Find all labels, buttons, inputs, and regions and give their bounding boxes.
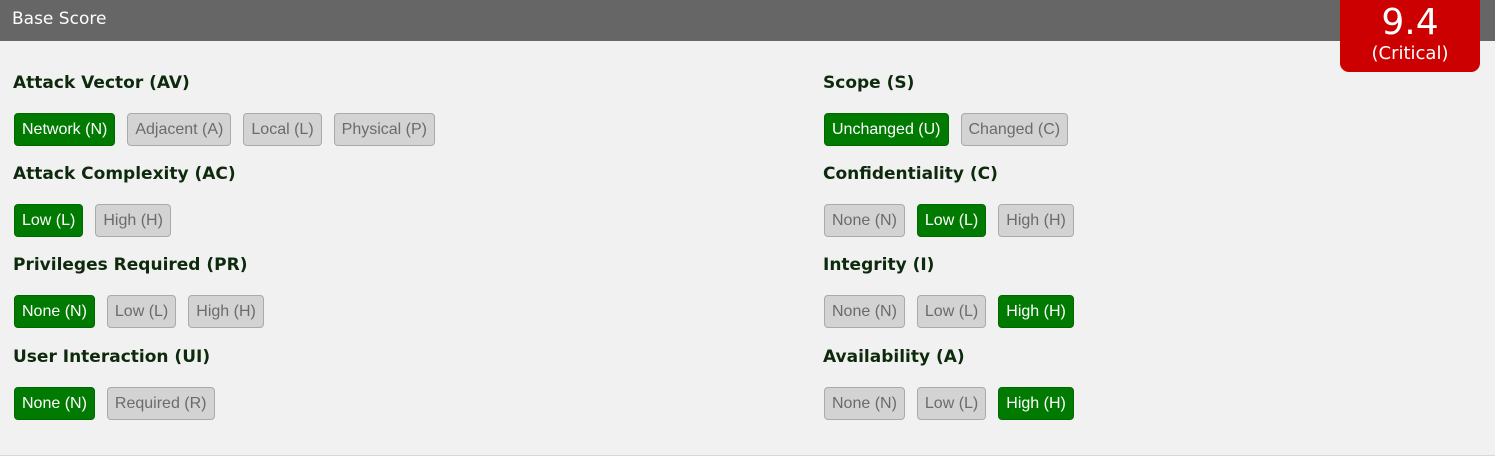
- option-button[interactable]: Local (L): [243, 113, 322, 146]
- metric-title: Attack Complexity (AC): [13, 164, 236, 184]
- option-button[interactable]: Low (L): [14, 204, 84, 237]
- option-button[interactable]: Required (R): [106, 387, 215, 420]
- option-button[interactable]: Low (L): [916, 204, 987, 237]
- option-button[interactable]: High (H): [998, 387, 1074, 420]
- option-group: None (N) Low (L) High (H): [824, 204, 1074, 237]
- score-value: 9.4: [1381, 2, 1439, 43]
- option-group: None (N) Required (R): [14, 387, 215, 420]
- option-button[interactable]: Unchanged (U): [824, 113, 949, 146]
- option-group: Unchanged (U) Changed (C): [824, 113, 1069, 146]
- option-button[interactable]: High (H): [95, 204, 171, 237]
- option-button[interactable]: None (N): [824, 387, 905, 420]
- option-button[interactable]: None (N): [14, 295, 95, 328]
- option-button[interactable]: High (H): [998, 295, 1074, 328]
- option-button[interactable]: High (H): [188, 295, 264, 328]
- metric-title: Attack Vector (AV): [13, 73, 190, 93]
- base-score-panel: Base Score 9.4 (Critical) Attack Vector …: [0, 0, 1495, 456]
- option-group: None (N) Low (L) High (H): [824, 295, 1074, 328]
- score-severity: (Critical): [1371, 43, 1449, 64]
- option-button[interactable]: Adjacent (A): [127, 113, 232, 146]
- metric-title: Integrity (I): [823, 255, 935, 275]
- metric-title: Privileges Required (PR): [13, 255, 248, 275]
- metric-title: User Interaction (UI): [13, 347, 211, 367]
- option-group: Network (N) Adjacent (A) Local (L) Physi…: [14, 113, 435, 146]
- option-group: Low (L) High (H): [14, 204, 171, 237]
- option-group: None (N) Low (L) High (H): [824, 387, 1074, 420]
- metric-title: Availability (A): [823, 347, 965, 367]
- option-button[interactable]: Low (L): [916, 387, 987, 420]
- option-group: None (N) Low (L) High (H): [14, 295, 264, 328]
- option-button[interactable]: High (H): [998, 204, 1074, 237]
- metric-title: Scope (S): [823, 73, 915, 93]
- option-button[interactable]: Low (L): [916, 295, 987, 328]
- panel-header: Base Score: [0, 0, 1495, 41]
- metric-title: Confidentiality (C): [823, 164, 998, 184]
- option-button[interactable]: None (N): [824, 295, 905, 328]
- option-button[interactable]: None (N): [824, 204, 905, 237]
- option-button[interactable]: Changed (C): [960, 113, 1069, 146]
- option-button[interactable]: Network (N): [14, 113, 116, 146]
- panel-title: Base Score: [12, 9, 107, 29]
- option-button[interactable]: Low (L): [106, 295, 177, 328]
- option-button[interactable]: None (N): [14, 387, 95, 420]
- score-badge: 9.4 (Critical): [1340, 0, 1480, 72]
- option-button[interactable]: Physical (P): [333, 113, 435, 146]
